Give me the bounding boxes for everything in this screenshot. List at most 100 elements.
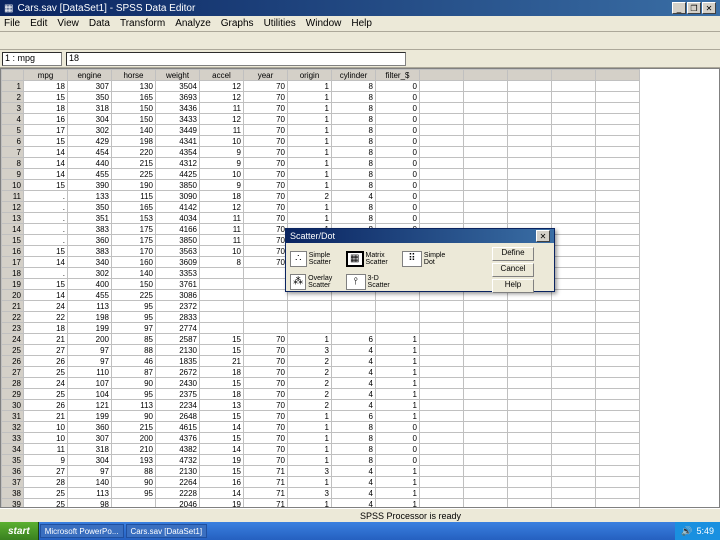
data-cell[interactable] bbox=[508, 312, 552, 323]
data-cell[interactable] bbox=[596, 477, 640, 488]
data-cell[interactable] bbox=[552, 92, 596, 103]
data-cell[interactable] bbox=[420, 444, 464, 455]
data-cell[interactable]: . bbox=[24, 235, 68, 246]
data-cell[interactable] bbox=[420, 158, 464, 169]
data-cell[interactable]: 70 bbox=[244, 422, 288, 433]
minimize-button[interactable]: _ bbox=[672, 2, 686, 14]
data-cell[interactable]: 26 bbox=[24, 356, 68, 367]
data-cell[interactable]: 3850 bbox=[156, 235, 200, 246]
row-header[interactable]: 32 bbox=[2, 422, 24, 433]
data-cell[interactable]: 15 bbox=[200, 466, 244, 477]
data-cell[interactable]: 15 bbox=[200, 411, 244, 422]
menu-edit[interactable]: Edit bbox=[30, 18, 47, 29]
data-cell[interactable]: 1 bbox=[288, 444, 332, 455]
row-header[interactable]: 13 bbox=[2, 213, 24, 224]
data-cell[interactable] bbox=[552, 367, 596, 378]
row-header[interactable]: 6 bbox=[2, 136, 24, 147]
row-header[interactable]: 18 bbox=[2, 268, 24, 279]
data-cell[interactable]: 70 bbox=[244, 345, 288, 356]
data-cell[interactable]: 429 bbox=[68, 136, 112, 147]
row-header[interactable]: 19 bbox=[2, 279, 24, 290]
data-cell[interactable]: 85 bbox=[112, 334, 156, 345]
data-cell[interactable]: 9 bbox=[200, 158, 244, 169]
data-cell[interactable]: 3693 bbox=[156, 92, 200, 103]
data-cell[interactable]: 1 bbox=[376, 378, 420, 389]
data-cell[interactable]: 10 bbox=[200, 169, 244, 180]
data-cell[interactable] bbox=[464, 499, 508, 509]
data-cell[interactable] bbox=[508, 301, 552, 312]
data-cell[interactable]: 70 bbox=[244, 235, 288, 246]
data-cell[interactable]: 455 bbox=[68, 169, 112, 180]
data-cell[interactable]: 70 bbox=[244, 92, 288, 103]
row-header[interactable]: 35 bbox=[2, 455, 24, 466]
data-cell[interactable] bbox=[552, 81, 596, 92]
data-cell[interactable]: 10 bbox=[24, 433, 68, 444]
row-header[interactable]: 8 bbox=[2, 158, 24, 169]
data-cell[interactable]: 1 bbox=[288, 334, 332, 345]
data-cell[interactable]: 8 bbox=[332, 433, 376, 444]
data-cell[interactable] bbox=[464, 103, 508, 114]
data-cell[interactable]: 383 bbox=[68, 224, 112, 235]
data-cell[interactable]: 302 bbox=[68, 268, 112, 279]
data-cell[interactable] bbox=[112, 499, 156, 509]
data-cell[interactable] bbox=[508, 433, 552, 444]
data-cell[interactable] bbox=[596, 235, 640, 246]
data-cell[interactable] bbox=[508, 499, 552, 509]
data-cell[interactable] bbox=[596, 323, 640, 334]
data-cell[interactable] bbox=[508, 444, 552, 455]
data-cell[interactable]: 70 bbox=[244, 213, 288, 224]
data-cell[interactable]: 4 bbox=[332, 356, 376, 367]
data-cell[interactable] bbox=[508, 411, 552, 422]
data-cell[interactable]: 150 bbox=[112, 279, 156, 290]
column-header[interactable]: weight bbox=[156, 70, 200, 81]
data-cell[interactable] bbox=[508, 213, 552, 224]
data-cell[interactable]: 11 bbox=[200, 235, 244, 246]
data-cell[interactable] bbox=[200, 301, 244, 312]
data-cell[interactable] bbox=[552, 455, 596, 466]
data-cell[interactable]: 70 bbox=[244, 433, 288, 444]
row-header[interactable]: 15 bbox=[2, 235, 24, 246]
data-cell[interactable]: 0 bbox=[376, 169, 420, 180]
data-cell[interactable]: 8 bbox=[332, 92, 376, 103]
data-cell[interactable]: 16 bbox=[200, 477, 244, 488]
data-cell[interactable] bbox=[508, 477, 552, 488]
data-cell[interactable]: 25 bbox=[24, 367, 68, 378]
data-cell[interactable]: 12 bbox=[200, 81, 244, 92]
row-header[interactable]: 34 bbox=[2, 444, 24, 455]
data-cell[interactable] bbox=[464, 125, 508, 136]
data-cell[interactable] bbox=[508, 345, 552, 356]
start-button[interactable]: start bbox=[0, 522, 39, 540]
row-header[interactable]: 7 bbox=[2, 147, 24, 158]
data-cell[interactable]: 2228 bbox=[156, 488, 200, 499]
data-cell[interactable]: 351 bbox=[68, 213, 112, 224]
data-cell[interactable]: 304 bbox=[68, 455, 112, 466]
column-header[interactable] bbox=[420, 70, 464, 81]
data-cell[interactable]: 14 bbox=[200, 444, 244, 455]
data-cell[interactable] bbox=[464, 356, 508, 367]
data-cell[interactable] bbox=[464, 444, 508, 455]
data-cell[interactable] bbox=[508, 114, 552, 125]
data-cell[interactable] bbox=[552, 378, 596, 389]
data-cell[interactable] bbox=[244, 268, 288, 279]
data-cell[interactable] bbox=[596, 301, 640, 312]
data-cell[interactable]: 1 bbox=[288, 433, 332, 444]
data-cell[interactable]: 97 bbox=[68, 466, 112, 477]
data-cell[interactable]: 0 bbox=[376, 202, 420, 213]
data-cell[interactable]: 140 bbox=[112, 268, 156, 279]
data-cell[interactable]: 1 bbox=[376, 356, 420, 367]
data-cell[interactable]: 198 bbox=[112, 136, 156, 147]
data-cell[interactable] bbox=[596, 455, 640, 466]
data-cell[interactable]: 121 bbox=[68, 400, 112, 411]
data-cell[interactable]: 1 bbox=[376, 477, 420, 488]
restore-button[interactable]: ❐ bbox=[687, 2, 701, 14]
cancel-button[interactable]: Cancel bbox=[492, 263, 534, 277]
data-cell[interactable]: 98 bbox=[68, 499, 112, 509]
data-cell[interactable]: 70 bbox=[244, 169, 288, 180]
data-cell[interactable] bbox=[596, 125, 640, 136]
menu-transform[interactable]: Transform bbox=[120, 18, 165, 29]
data-cell[interactable]: . bbox=[24, 268, 68, 279]
row-header[interactable]: 30 bbox=[2, 400, 24, 411]
row-header[interactable]: 17 bbox=[2, 257, 24, 268]
data-cell[interactable]: 21 bbox=[24, 411, 68, 422]
data-cell[interactable]: 2430 bbox=[156, 378, 200, 389]
